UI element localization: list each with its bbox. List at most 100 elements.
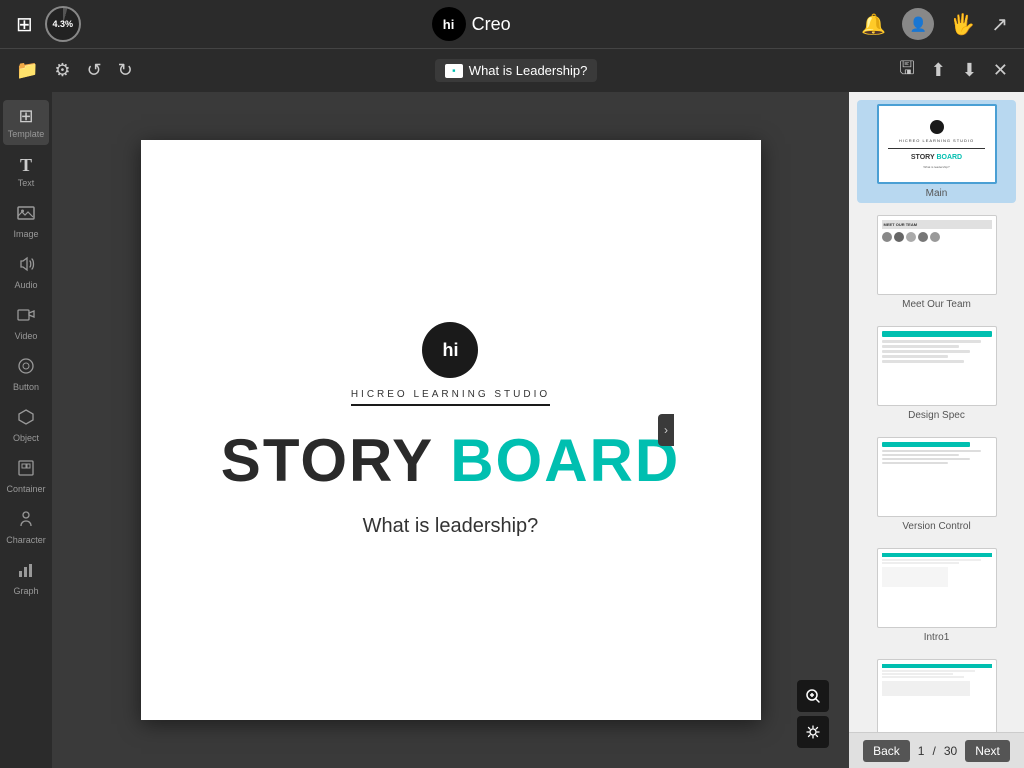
slide-thumb-img-version bbox=[877, 437, 997, 517]
thumb-subtitle: What is leadership? bbox=[923, 165, 949, 169]
toolbar-center: ■ What is Leadership? bbox=[145, 59, 888, 82]
next-button[interactable]: Next bbox=[965, 740, 1010, 762]
thumb-intro2-bar bbox=[882, 664, 992, 668]
sidebar-item-button[interactable]: Button bbox=[3, 351, 49, 398]
thumb-avatar-2 bbox=[894, 232, 904, 242]
title-word2: BOARD bbox=[450, 426, 680, 495]
slide-thumb-intro1[interactable]: Intro1 bbox=[857, 544, 1016, 647]
share-icon[interactable]: 🖐 bbox=[950, 12, 975, 37]
thumb-design-bar bbox=[882, 331, 992, 337]
brand-logo: hi Creo bbox=[432, 7, 511, 41]
slide-thumb-intro2[interactable]: Intro2 bbox=[857, 655, 1016, 732]
sidebar-item-character[interactable]: Character bbox=[3, 504, 49, 551]
thumb-intro2-line-1 bbox=[882, 670, 976, 672]
video-icon bbox=[17, 306, 35, 329]
thumb-version-line-3 bbox=[882, 458, 970, 460]
progress-value: 4.3% bbox=[53, 19, 74, 29]
thumb-intro1-line-2 bbox=[882, 562, 959, 564]
slide-list: HICREO LEARNING STUDIO STORY BOARD What … bbox=[849, 92, 1024, 732]
avatar[interactable]: 👤 bbox=[902, 8, 934, 40]
slide-thumb-img-design bbox=[877, 326, 997, 406]
toolbar-right: 🖫 ⬆ ⬇ ✕ bbox=[895, 52, 1012, 90]
settings-icon[interactable]: ⚙ bbox=[50, 56, 74, 85]
object-icon bbox=[17, 408, 35, 431]
collapse-panel-button[interactable]: › bbox=[658, 414, 674, 446]
right-panel: HICREO LEARNING STUDIO STORY BOARD What … bbox=[849, 92, 1024, 768]
slide-label-main: Main bbox=[926, 188, 948, 199]
export-icon[interactable]: ↗ bbox=[991, 12, 1008, 37]
thumb-logo bbox=[930, 120, 944, 134]
grid-icon[interactable]: ⊞ bbox=[16, 12, 33, 37]
top-bar: ⊞ 4.3% hi Creo 🔔 👤 🖐 ↗ bbox=[0, 0, 1024, 48]
folder-icon[interactable]: 📁 bbox=[12, 56, 42, 85]
sidebar-item-audio[interactable]: Audio bbox=[3, 249, 49, 296]
slide-thumb-meet-our-team[interactable]: MEET OUR TEAM Meet Our Team bbox=[857, 211, 1016, 314]
panel-footer: Back 1 / 30 Next bbox=[849, 732, 1024, 768]
logo-circle: hi bbox=[422, 322, 478, 378]
thumb-intro2-line-2 bbox=[882, 673, 954, 675]
thumb-design-line-5 bbox=[882, 360, 965, 363]
thumb-intro1-block bbox=[882, 567, 948, 587]
sidebar-item-container[interactable]: Container bbox=[3, 453, 49, 500]
doc-thumbnail: ■ bbox=[445, 64, 463, 78]
canvas-area: hi HICREO LEARNING STUDIO STORY BOARD Wh… bbox=[52, 92, 849, 768]
sidebar-item-text[interactable]: T Text bbox=[3, 149, 49, 194]
slide-label-intro1: Intro1 bbox=[924, 632, 950, 643]
thumb-avatar-1 bbox=[882, 232, 892, 242]
thumb-design-line-1 bbox=[882, 340, 981, 343]
main-area: ⊞ Template T Text Image bbox=[0, 92, 1024, 768]
thumb-version-line-2 bbox=[882, 454, 959, 456]
slide-label-design: Design Spec bbox=[908, 410, 965, 421]
button-icon bbox=[17, 357, 35, 380]
thumb-team-avatars bbox=[882, 232, 992, 242]
template-label: Template bbox=[8, 129, 45, 139]
thumb-design-line-2 bbox=[882, 345, 959, 348]
sidebar-item-object[interactable]: Object bbox=[3, 402, 49, 449]
top-bar-right: 🔔 👤 🖐 ↗ bbox=[861, 8, 1008, 40]
bell-icon[interactable]: 🔔 bbox=[861, 12, 886, 37]
graph-icon bbox=[17, 561, 35, 584]
slide-thumb-design-spec[interactable]: Design Spec bbox=[857, 322, 1016, 425]
slide-label-meet: Meet Our Team bbox=[902, 299, 971, 310]
thumb-avatar-5 bbox=[930, 232, 940, 242]
toolbar: 📁 ⚙ ↺ ↻ ■ What is Leadership? 🖫 ⬆ ⬇ ✕ bbox=[0, 48, 1024, 92]
thumb-avatar-3 bbox=[906, 232, 916, 242]
slide-thumb-main[interactable]: HICREO LEARNING STUDIO STORY BOARD What … bbox=[857, 100, 1016, 203]
thumb-team-header: MEET OUR TEAM bbox=[882, 220, 992, 229]
text-icon: T bbox=[20, 155, 32, 176]
slide-thumb-img-main: HICREO LEARNING STUDIO STORY BOARD What … bbox=[877, 104, 997, 184]
undo-icon[interactable]: ↺ bbox=[83, 56, 106, 85]
graph-label: Graph bbox=[13, 586, 38, 596]
top-bar-left: ⊞ 4.3% bbox=[16, 6, 81, 42]
thumb-intro1-bar bbox=[882, 553, 992, 557]
thumb-avatar-4 bbox=[918, 232, 928, 242]
redo-icon[interactable]: ↻ bbox=[114, 56, 137, 85]
zoom-controls bbox=[797, 680, 829, 748]
thumb-company: HICREO LEARNING STUDIO bbox=[899, 138, 974, 143]
character-icon bbox=[17, 510, 35, 533]
back-button[interactable]: Back bbox=[863, 740, 910, 762]
audio-icon bbox=[17, 255, 35, 278]
slide-content: hi HICREO LEARNING STUDIO STORY BOARD Wh… bbox=[221, 322, 680, 538]
sidebar-item-video[interactable]: Video bbox=[3, 300, 49, 347]
zoom-in-button[interactable] bbox=[797, 680, 829, 712]
button-label: Button bbox=[13, 382, 39, 392]
thumb-intro1-line-1 bbox=[882, 559, 981, 561]
hi-badge: hi bbox=[432, 7, 466, 41]
sidebar-item-template[interactable]: ⊞ Template bbox=[3, 100, 49, 145]
sidebar-item-graph[interactable]: Graph bbox=[3, 555, 49, 602]
zoom-settings-button[interactable] bbox=[797, 716, 829, 748]
sidebar-item-image[interactable]: Image bbox=[3, 198, 49, 245]
image-label: Image bbox=[13, 229, 38, 239]
page-separator: / bbox=[932, 744, 935, 758]
document-tab[interactable]: ■ What is Leadership? bbox=[435, 59, 598, 82]
slide-thumb-version-control[interactable]: Version Control bbox=[857, 433, 1016, 536]
download-icon[interactable]: ⬇ bbox=[958, 56, 981, 85]
thumb-divider bbox=[888, 148, 985, 149]
save-icon[interactable]: 🖫 bbox=[895, 52, 918, 90]
audio-label: Audio bbox=[14, 280, 37, 290]
container-label: Container bbox=[6, 484, 45, 494]
upload-icon[interactable]: ⬆ bbox=[927, 56, 950, 85]
close-icon[interactable]: ✕ bbox=[989, 56, 1012, 85]
story-board-text: STORY BOARD bbox=[221, 426, 680, 495]
